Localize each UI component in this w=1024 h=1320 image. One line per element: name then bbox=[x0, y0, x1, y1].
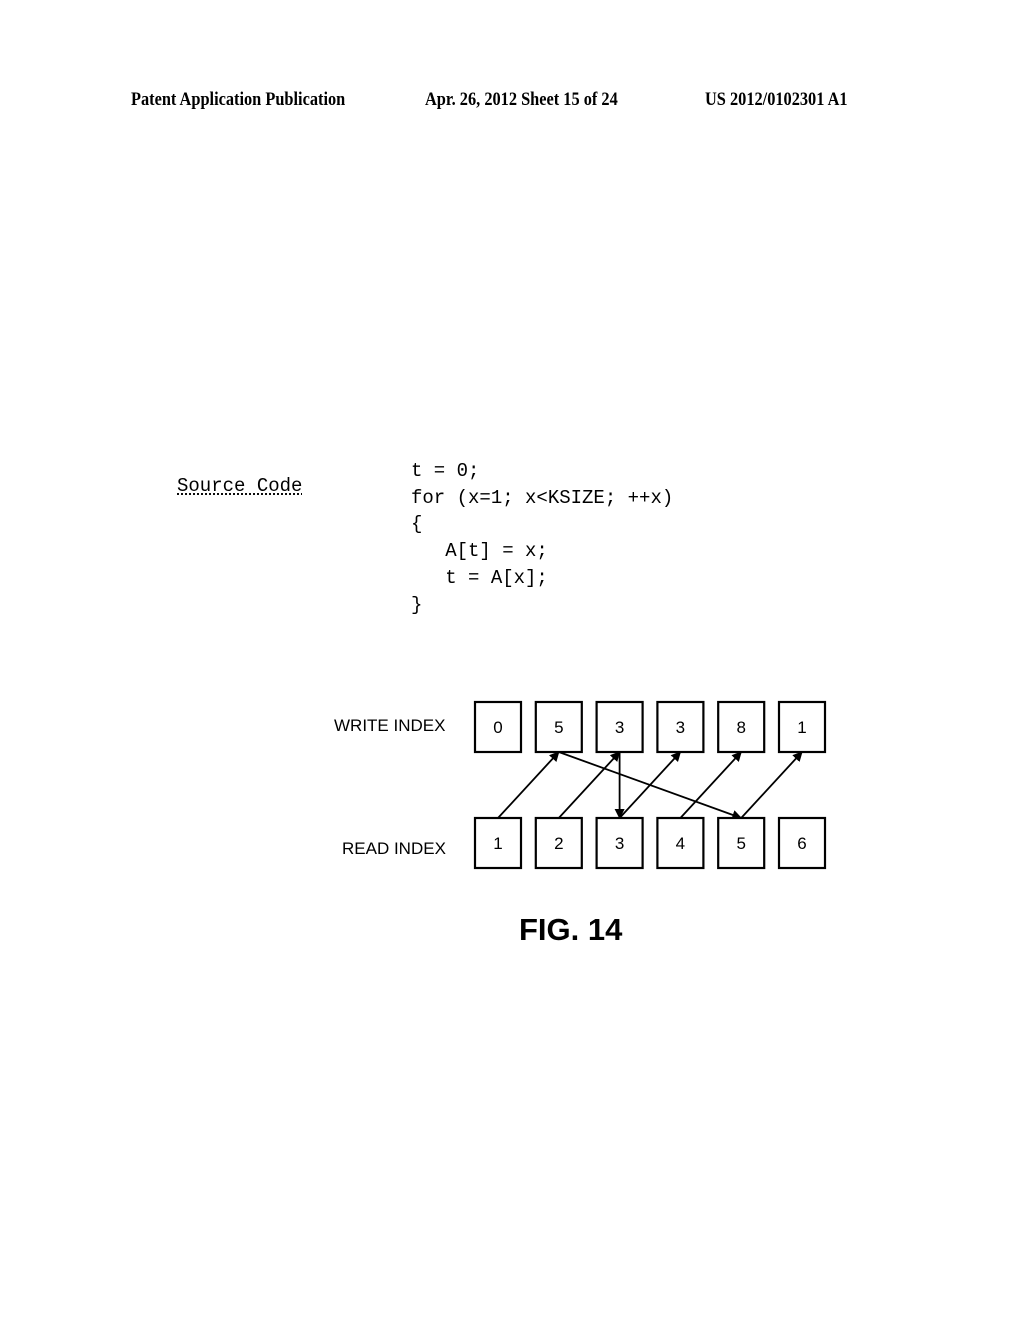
read-index-box: 1 bbox=[473, 816, 523, 870]
read-box-value: 3 bbox=[615, 834, 624, 853]
write-index-box: 3 bbox=[595, 700, 644, 754]
write-index-box: 3 bbox=[656, 700, 705, 754]
write-box-value: 3 bbox=[615, 718, 624, 737]
read-box-value: 6 bbox=[797, 834, 806, 853]
write-box-value: 0 bbox=[493, 718, 502, 737]
read-box-value: 2 bbox=[554, 834, 563, 853]
read-index-box: 4 bbox=[656, 816, 705, 870]
arrow-read-to-write bbox=[497, 751, 560, 819]
read-index-box: 3 bbox=[595, 816, 644, 870]
write-index-box: 1 bbox=[777, 700, 827, 754]
write-box-value: 1 bbox=[797, 718, 806, 737]
read-index-box: 2 bbox=[534, 816, 583, 870]
write-index-box: 5 bbox=[534, 700, 583, 754]
figure-label: FIG. 14 bbox=[519, 912, 623, 947]
read-box-value: 4 bbox=[676, 834, 685, 853]
read-index-box: 5 bbox=[717, 816, 766, 870]
write-box-value: 5 bbox=[554, 718, 563, 737]
write-box-value: 8 bbox=[736, 718, 745, 737]
write-index-box: 8 bbox=[717, 700, 766, 754]
arrow-read-to-write bbox=[679, 751, 742, 819]
read-index-box: 6 bbox=[777, 816, 827, 870]
write-box-value: 3 bbox=[676, 718, 685, 737]
index-diagram: 0 5 3 3 8 1 1 2 3 4 5 6 bbox=[473, 700, 827, 870]
arrow-read-to-write bbox=[558, 751, 621, 819]
read-box-value: 1 bbox=[493, 834, 502, 853]
read-box-value: 5 bbox=[736, 834, 745, 853]
arrow-write-to-read bbox=[558, 751, 743, 820]
arrow-read-to-write bbox=[740, 751, 803, 819]
write-index-box: 0 bbox=[473, 700, 523, 754]
